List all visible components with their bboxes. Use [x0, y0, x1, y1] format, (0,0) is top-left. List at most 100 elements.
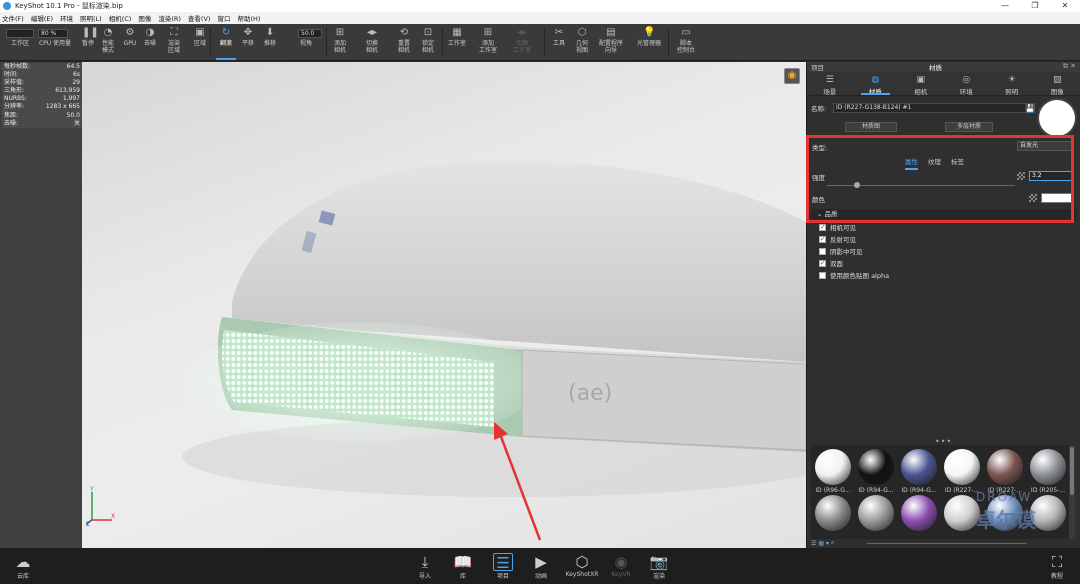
dolly-button[interactable]: ⬇ 推移 [256, 27, 284, 59]
bottom-bar: ☁ 云库 ⤓ 导入 📖 库 ☰ 项目 ▶ 动画 ⬡ KeyShotXR ◉ KeyVR 📷 渲染… [0, 548, 1080, 584]
panel-title: 材质 [929, 64, 942, 72]
menu-window[interactable]: 窗口 [217, 13, 230, 23]
stat-value: 64.5 [66, 63, 80, 70]
menu-render[interactable]: 渲染(R) [158, 13, 181, 23]
cloud-library-button[interactable]: ☁ 云库 [6, 553, 40, 580]
fov-field[interactable]: 50.0 [298, 29, 322, 38]
watermark: DROAW 卓尔谟 [976, 490, 1076, 550]
menu-file[interactable]: 文件(F) [2, 13, 24, 23]
configurator-wizard-button[interactable]: ▤ 配置程序 向导 [594, 27, 628, 59]
multi-material-button[interactable]: 多层材质 [945, 122, 993, 132]
check-label: 阴影中可见 [830, 248, 863, 256]
stat-row: 时间: 6s [2, 71, 82, 79]
checkbox[interactable] [819, 247, 826, 255]
menu-lighting[interactable]: 照明(L) [80, 13, 102, 23]
tab-camera[interactable]: ▣ 相机 [898, 72, 944, 96]
animation-button[interactable]: ▶ 动画 [524, 553, 558, 580]
add-camera-button[interactable]: ⊞ 添加 相机 [326, 27, 354, 59]
material-thumbnail[interactable] [944, 495, 980, 531]
material-graph-button[interactable]: 材质图 [845, 122, 897, 132]
add-camera-label: 添加 相机 [333, 40, 346, 54]
stat-key: 去噪: [4, 119, 19, 127]
workspace-select[interactable] [6, 29, 34, 38]
render-region-button[interactable]: ⛶ 渲染 区域 [160, 27, 188, 59]
tab-material[interactable]: ◍ 材质 [853, 72, 899, 96]
stat-row: 三角形: 613,959 [2, 87, 82, 95]
keyshotxr-button[interactable]: ⬡ KeyShotXR [562, 553, 602, 578]
gpu-icon: ⚙ [125, 27, 135, 38]
menu-edit[interactable]: 编辑(E) [31, 13, 53, 23]
tab-image[interactable]: ▨ 图像 [1035, 72, 1080, 96]
library-button[interactable]: 📖 库 [446, 553, 480, 580]
name-label: 名称: [811, 105, 827, 113]
tab-environment[interactable]: ◎ 环境 [944, 72, 990, 96]
studio-button[interactable]: ▦ 工作室 [443, 27, 471, 59]
axis-gizmo: Y X Z [86, 486, 115, 526]
check-label: 相机可见 [830, 224, 856, 232]
material-name-field[interactable]: ID (R227-G138-B124) #1 [833, 103, 1035, 113]
keyvr-button[interactable]: ◉ KeyVR [604, 553, 638, 578]
add-studio-button[interactable]: ⊞ 添加 工作室 [474, 27, 502, 59]
switch-studio-button[interactable]: ◂▸ 切换 工作室 [508, 27, 536, 59]
material-thumbnail[interactable] [815, 495, 851, 531]
checkbox[interactable] [819, 271, 826, 279]
geometry-view-button[interactable]: ⬡ 几何 视图 [568, 27, 596, 59]
material-thumbnail[interactable] [858, 449, 894, 485]
panel-window-controls[interactable]: ⧉ ✕ [1063, 62, 1076, 71]
stat-key: 时间: [4, 71, 19, 79]
close-button[interactable]: ✕ [1050, 0, 1080, 12]
project-button[interactable]: ☰ 项目 [486, 553, 520, 580]
filter-icon[interactable]: ▾ [826, 540, 829, 547]
menu-camera[interactable]: 相机(C) [109, 13, 132, 23]
restore-button[interactable]: ❐ [1020, 0, 1050, 12]
stat-value: 29 [72, 79, 80, 87]
tutorial-icon: ⛶ [1051, 553, 1063, 571]
list-view-icon[interactable]: ☰ [811, 540, 816, 547]
checkbox[interactable] [819, 259, 826, 267]
render-viewport[interactable]: (ae) ◉ Y X Z [82, 62, 806, 548]
material-thumbnail[interactable] [815, 449, 851, 485]
pan-label: 平移 [241, 40, 254, 47]
stat-key: 焦距: [4, 111, 19, 119]
tab-environment-label: 环境 [959, 88, 973, 96]
material-thumbnail[interactable] [1030, 449, 1066, 485]
material-thumbnail[interactable] [858, 495, 894, 531]
check-visible-camera[interactable]: 相机可见 [819, 222, 856, 232]
checkbox[interactable] [819, 223, 826, 231]
render-button[interactable]: 📷 渲染 [642, 553, 676, 580]
script-console-button[interactable]: ▭ 脚本 控制台 [672, 27, 700, 59]
tab-lighting[interactable]: ☀ 照明 [989, 72, 1035, 96]
stat-value: 613,959 [55, 87, 80, 95]
checkbox[interactable] [819, 235, 826, 243]
tab-scene[interactable]: ☰ 场景 [807, 72, 853, 96]
search-icon[interactable]: ⌕ [831, 539, 834, 547]
material-thumbnail[interactable] [987, 449, 1023, 485]
menu-image[interactable]: 图像 [138, 13, 151, 23]
grid-view-icon[interactable]: ▦ [818, 540, 824, 547]
check-two-sided[interactable]: 双面 [819, 258, 843, 268]
stat-row: 去噪: 关 [2, 120, 82, 128]
check-visible-reflection[interactable]: 反射可见 [819, 234, 856, 244]
minimize-button[interactable]: — [990, 0, 1020, 12]
lock-camera-button[interactable]: ⊡ 锁定 相机 [414, 27, 442, 59]
menu-view[interactable]: 查看(V) [188, 13, 211, 23]
menu-environment[interactable]: 环境 [60, 13, 73, 23]
environment-icon: ◎ [962, 75, 971, 85]
material-thumbnail[interactable] [944, 449, 980, 485]
switch-camera-button[interactable]: ◂▸ 切换 相机 [358, 27, 386, 59]
watermark-en: DROAW [976, 490, 1033, 504]
import-button[interactable]: ⤓ 导入 [408, 553, 442, 580]
light-manager-button[interactable]: 💡 光管理器 [632, 27, 666, 59]
viewport-camera-icon[interactable]: ◉ [784, 68, 800, 84]
configurator-label: 配置程序 向导 [598, 40, 623, 54]
check-visible-shadow[interactable]: 阴影中可见 [819, 246, 863, 256]
check-color-alpha[interactable]: 使用颜色贴图 alpha [819, 270, 889, 280]
material-thumbnail[interactable] [901, 495, 937, 531]
cloud-library-label: 云库 [16, 573, 29, 580]
menu-help[interactable]: 帮助(H) [237, 13, 260, 23]
save-material-icon[interactable]: 💾 [1025, 104, 1035, 113]
cpu-usage-field[interactable]: 80 % [38, 29, 68, 38]
material-thumbnail[interactable] [901, 449, 937, 485]
tutorial-button[interactable]: ⛶ 教程 [1040, 553, 1074, 580]
stat-row: 分辨率: 1283 x 665 [2, 103, 82, 111]
